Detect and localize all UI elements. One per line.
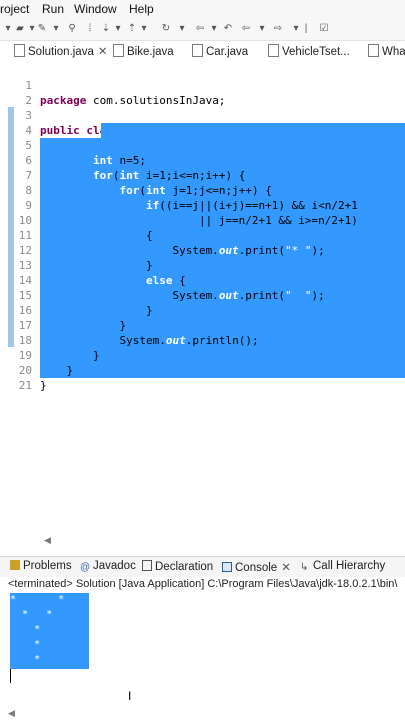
tab-car-java[interactable]: Car.java [192, 44, 248, 58]
open-folder-icon[interactable]: ▰ [14, 23, 26, 35]
next-annotation-icon[interactable]: ⇣ [100, 23, 112, 35]
scroll-left-icon[interactable]: ◀ [44, 535, 51, 546]
console-output-line: * [10, 654, 41, 665]
tab-overflow[interactable]: Wha [368, 44, 405, 58]
tab-label: Bike.java [127, 46, 174, 58]
tab-label: Solution.java [28, 46, 94, 58]
tab-label: Declaration [155, 561, 214, 573]
back-nav-icon[interactable]: ⇦ [240, 23, 252, 35]
java-file-icon [268, 44, 279, 57]
code-line: 7 for(int j=1;j<=n;j++) { [0, 153, 405, 197]
tab-vehicletset[interactable]: VehicleTset... [268, 44, 350, 58]
declaration-icon [142, 560, 152, 571]
code-line: 6 for(int i=1;i<=n;i++) { [0, 138, 405, 182]
console-output-line: * * [10, 609, 53, 620]
code-line: 11 System.out.print("* "); [0, 213, 405, 257]
console-terminated-label: <terminated> Solution [Java Application]… [8, 578, 398, 590]
code-line: 2 [0, 78, 405, 107]
code-line: 9 || j==n/2+1 && i>=n/2+1) [0, 183, 405, 227]
dropdown-icon[interactable]: ▾ [208, 23, 220, 35]
menu-help[interactable]: Help [129, 2, 154, 16]
toolbar: ▾ ▰ ▾ ✎ ▾ ⚲ ⁞ ⇣ ▾ ⇡ ▾ ↻ ▾ ⇦ ▾ ↶ ⇦ ▾ ⇨ ▾ … [0, 18, 405, 41]
tab-declaration[interactable]: Declaration [142, 560, 213, 573]
java-file-icon [14, 44, 25, 57]
tab-call-hierarchy[interactable]: ↳ Call Hierarchy [300, 560, 386, 573]
tab-label: VehicleTset... [282, 46, 350, 58]
code-line: 16 } [0, 288, 405, 332]
undo-icon[interactable]: ↶ [222, 23, 234, 35]
close-icon[interactable]: ✕ [281, 562, 291, 574]
editor-horizontal-scrollbar[interactable]: ◀ [0, 535, 405, 549]
scroll-left-icon[interactable]: ◀ [8, 708, 15, 719]
line-text: } [40, 379, 47, 392]
console-output-line: * * [10, 594, 65, 605]
code-line: 14 System.out.print(" "); [0, 258, 405, 302]
tab-label: Call Hierarchy [313, 560, 386, 572]
pencil-icon[interactable]: ✎ [36, 23, 48, 35]
tab-label: Problems [23, 560, 72, 572]
java-file-icon [368, 44, 379, 57]
close-icon[interactable]: ✕ [98, 46, 108, 58]
code-line: 5 int n=5; [0, 123, 405, 167]
tab-label: Wha [382, 46, 405, 58]
annotation-icon[interactable]: ⁞ [84, 23, 96, 35]
code-line: 1 package com.solutionsInJava; [0, 63, 405, 107]
call-hierarchy-icon: ↳ [300, 562, 309, 573]
dropdown-icon[interactable]: ▾ [50, 23, 62, 35]
java-file-icon [113, 44, 124, 57]
menu-window[interactable]: Window [74, 2, 117, 16]
javadoc-icon: @ [80, 562, 91, 573]
tab-problems[interactable]: Problems [10, 560, 72, 572]
code-editor[interactable]: 1 package com.solutionsInJava; 2 3 publi… [0, 61, 405, 541]
pin-icon[interactable]: ⚲ [66, 23, 78, 35]
code-line: 10 { [0, 198, 405, 242]
back-icon[interactable]: ⇦ [194, 23, 206, 35]
code-line: 19 } [0, 333, 405, 377]
console-icon [222, 562, 232, 572]
dropdown-icon[interactable]: ▾ [176, 23, 188, 35]
tab-label: Car.java [206, 46, 249, 58]
tab-solution-java[interactable]: Solution.java ✕ [14, 44, 108, 58]
code-line: 15 } [0, 273, 405, 317]
console-output-selection[interactable]: * * * * * * * [10, 593, 89, 669]
code-line: 3 public class Solution { [0, 93, 405, 137]
problems-icon [10, 560, 20, 570]
code-line: 21 [0, 363, 405, 392]
console-tabs: Problems @ Javadoc Declaration Console ✕ ↳… [0, 556, 405, 577]
tab-console[interactable]: Console ✕ [222, 560, 291, 574]
i-beam-cursor-icon: I [128, 689, 132, 703]
console-output-line: * [10, 639, 41, 650]
code-line: 20 } [0, 348, 405, 392]
code-line: 18 } [0, 318, 405, 362]
forward-nav-icon[interactable]: ⇨ [272, 23, 284, 35]
console-output-line: * [10, 624, 41, 635]
code-line: 12 } [0, 228, 405, 272]
last-edit-icon[interactable]: ↻ [160, 23, 172, 35]
java-file-icon [192, 44, 203, 57]
menu-project[interactable]: roject [0, 2, 29, 16]
code-line: 4 public static void main(String args[])… [0, 108, 405, 152]
dropdown-icon[interactable]: ▾ [112, 23, 124, 35]
edit-perspective-icon[interactable]: ☑ [318, 23, 330, 35]
line-number: 21 [18, 379, 32, 392]
tab-label: Javadoc [93, 560, 136, 572]
dropdown-icon[interactable]: ▾ [256, 23, 268, 35]
dropdown-icon[interactable]: ▾ [138, 23, 150, 35]
editor-tabs: Solution.java ✕ Bike.java Car.java Vehicl… [0, 41, 405, 62]
code-line: 8 if((i==j||(i+j)==n+1) && i<n/2+1 [0, 168, 405, 212]
tab-bike-java[interactable]: Bike.java [113, 44, 174, 58]
menu-run[interactable]: Run [42, 2, 64, 16]
tab-label: Console [235, 562, 278, 574]
previous-annotation-icon[interactable]: ⇡ [126, 23, 138, 35]
text-caret [10, 669, 11, 683]
separator-icon: | [304, 23, 308, 34]
menu-bar: roject Run Window Help [0, 0, 405, 18]
tab-javadoc[interactable]: @ Javadoc [80, 560, 136, 573]
dropdown-icon[interactable]: ▾ [2, 23, 14, 35]
code-line: 17 System.out.println(); [0, 303, 405, 347]
code-line: 13 else { [0, 243, 405, 287]
